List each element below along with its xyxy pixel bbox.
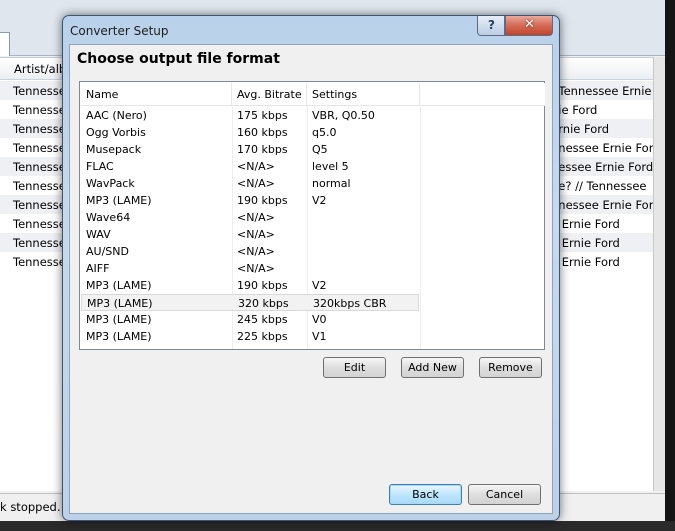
format-row[interactable]: MP3 (LAME) 190 kbps V2 (81, 277, 419, 294)
background-row-left-text: Tennesse (13, 198, 66, 212)
background-row-right-text: e Ernie Ford (551, 236, 620, 250)
converter-setup-dialog: Converter Setup ? ✕ Choose output file f… (62, 15, 560, 521)
format-settings: V0 (312, 313, 327, 326)
column-divider (420, 107, 421, 349)
remove-button[interactable]: Remove (479, 357, 542, 378)
format-name: MP3 (LAME) (86, 330, 152, 343)
background-row-left-text: Tennesse (13, 122, 66, 136)
format-row[interactable]: MP3 (LAME) 320 kbps 320kbps CBR (81, 294, 419, 311)
format-name: WAV (86, 228, 111, 241)
background-status-text: k stopped. (0, 500, 61, 514)
format-settings: V2 (312, 279, 327, 292)
format-row[interactable]: WavPack <N/A> normal (81, 175, 419, 192)
close-button[interactable]: ✕ (505, 16, 553, 36)
format-bitrate: 245 kbps (237, 313, 288, 326)
format-list-header: Name Avg. Bitrate Settings (81, 83, 545, 106)
format-settings: VBR, Q0.50 (312, 109, 375, 122)
column-header-name[interactable]: Name (81, 83, 232, 106)
background-row-left-text: Tennesse (13, 160, 66, 174)
cancel-button[interactable]: Cancel (468, 484, 541, 505)
column-header-settings[interactable]: Settings (307, 83, 420, 106)
format-row[interactable]: AIFF <N/A> (81, 260, 419, 277)
format-list[interactable]: Name Avg. Bitrate Settings AAC (Nero) 175… (79, 81, 545, 350)
background-row-right-text: nessee Ernie Ford (551, 160, 654, 174)
format-name: MP3 (LAME) (86, 279, 152, 292)
background-row-left-text: Tennesse (13, 217, 66, 231)
format-row[interactable]: AAC (Nero) 175 kbps VBR, Q0.50 (81, 107, 419, 124)
format-bitrate: <N/A> (237, 228, 275, 241)
background-row-left-text: Tennesse (13, 84, 66, 98)
edit-button[interactable]: Edit (323, 357, 386, 378)
dialog-title: Converter Setup (70, 24, 169, 38)
format-name: FLAC (86, 160, 114, 173)
dialog-content: Choose output file format Name Avg. Bitr… (69, 44, 553, 514)
format-row[interactable]: AU/SND <N/A> (81, 243, 419, 260)
format-settings: V2 (312, 194, 327, 207)
format-name: AAC (Nero) (86, 109, 147, 122)
format-name: MP3 (LAME) (86, 194, 152, 207)
background-desktop-bottom (0, 521, 675, 531)
format-row[interactable]: MP3 (LAME) 245 kbps V0 (81, 311, 419, 328)
background-tab[interactable] (0, 32, 10, 56)
background-row-left-text: Tennesse (13, 103, 66, 117)
format-row[interactable]: MP3 (LAME) 190 kbps V2 (81, 192, 419, 209)
format-row[interactable]: MP3 (LAME) 225 kbps V1 (81, 328, 419, 345)
format-row[interactable]: Musepack 170 kbps Q5 (81, 141, 419, 158)
close-icon: ✕ (524, 17, 535, 32)
background-row-right-text: nnessee Ernie For (551, 198, 654, 212)
format-bitrate: <N/A> (237, 262, 275, 275)
format-name: Musepack (86, 143, 142, 156)
format-bitrate: 320 kbps (238, 297, 289, 310)
background-scrollbar[interactable] (653, 57, 665, 491)
format-name: AU/SND (86, 245, 129, 258)
background-row-right-text: e Ernie Ford (551, 255, 620, 269)
format-settings: normal (312, 177, 351, 190)
format-row[interactable]: WAV <N/A> (81, 226, 419, 243)
format-row[interactable]: Ogg Vorbis 160 kbps q5.0 (81, 124, 419, 141)
format-settings: V1 (312, 330, 327, 343)
format-row[interactable]: FLAC <N/A> level 5 (81, 158, 419, 175)
format-settings: 320kbps CBR (313, 297, 387, 310)
format-bitrate: 190 kbps (237, 194, 288, 207)
format-name: AIFF (86, 262, 110, 275)
help-button[interactable]: ? (477, 16, 505, 36)
background-column-artist-album[interactable]: Artist/alb (14, 62, 66, 76)
format-name: Ogg Vorbis (86, 126, 146, 139)
background-row-left-text: Tennesse (13, 141, 66, 155)
format-name: MP3 (LAME) (87, 297, 153, 310)
help-icon: ? (488, 18, 495, 32)
format-bitrate: 160 kbps (237, 126, 288, 139)
format-bitrate: <N/A> (237, 177, 275, 190)
background-row-right-text: nnessee Ernie Ford (551, 141, 661, 155)
format-settings: Q5 (312, 143, 328, 156)
format-settings: q5.0 (312, 126, 337, 139)
page-title: Choose output file format (77, 51, 280, 67)
column-header-bitrate[interactable]: Avg. Bitrate (232, 83, 307, 106)
background-row-right-text: ge? // Tennessee (551, 179, 647, 193)
background-desktop-edge (665, 0, 675, 531)
format-bitrate: <N/A> (237, 160, 275, 173)
format-bitrate: 190 kbps (237, 279, 288, 292)
format-name: Wave64 (86, 211, 131, 224)
format-name: MP3 (LAME) (86, 313, 152, 326)
back-button[interactable]: Back (389, 484, 462, 505)
format-settings: level 5 (312, 160, 349, 173)
background-row-right-text: e Ernie Ford (551, 217, 620, 231)
format-row[interactable]: Wave64 <N/A> (81, 209, 419, 226)
format-bitrate: 170 kbps (237, 143, 288, 156)
format-bitrate: 225 kbps (237, 330, 288, 343)
format-name: WavPack (86, 177, 135, 190)
background-row-left-text: Tennesse (13, 236, 66, 250)
add-new-button[interactable]: Add New (401, 357, 464, 378)
background-row-left-text: Tennesse (13, 179, 66, 193)
format-bitrate: <N/A> (237, 245, 275, 258)
format-bitrate: <N/A> (237, 211, 275, 224)
background-row-left-text: Tennesse (13, 255, 66, 269)
background-row-right-text: / Tennessee Ernie (551, 84, 652, 98)
format-bitrate: 175 kbps (237, 109, 288, 122)
